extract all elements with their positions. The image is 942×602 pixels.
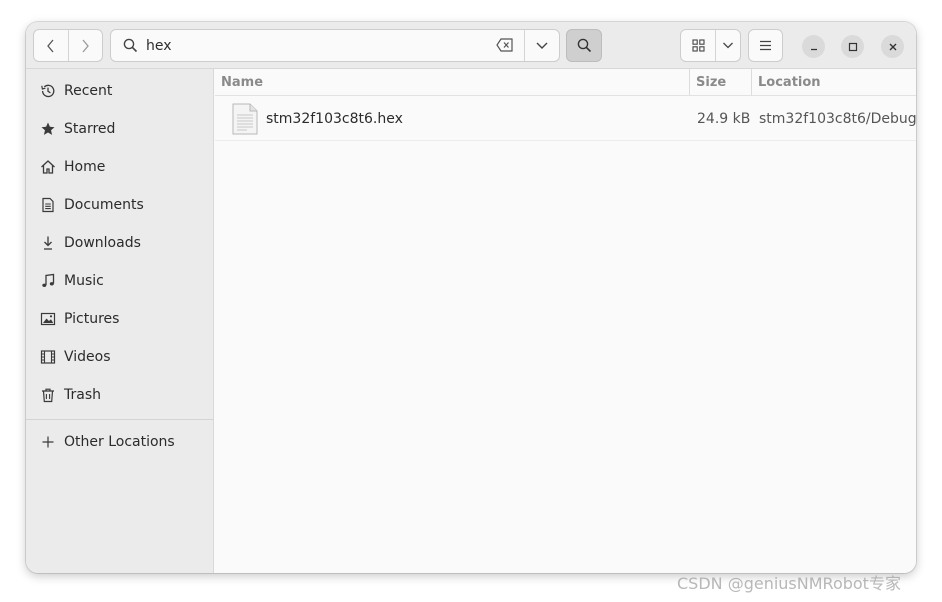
forward-button[interactable] (67, 30, 102, 61)
sidebar-item-videos[interactable]: Videos (26, 339, 213, 375)
clock-icon (40, 83, 56, 99)
sidebar-item-recent[interactable]: Recent (26, 73, 213, 109)
sidebar-item-label: Other Locations (64, 434, 175, 450)
sidebar-item-label: Downloads (64, 235, 141, 251)
sidebar-item-other-locations[interactable]: Other Locations (26, 424, 213, 460)
hamburger-menu-icon (760, 40, 771, 51)
sidebar: Recent Starred Home Documents Downloads (26, 69, 214, 573)
backspace-clear-icon (496, 38, 513, 52)
sidebar-item-music[interactable]: Music (26, 263, 213, 299)
main-menu-button[interactable] (748, 29, 783, 62)
search-icon (577, 38, 591, 53)
sidebar-item-downloads[interactable]: Downloads (26, 225, 213, 261)
file-name: stm32f103c8t6.hex (266, 110, 403, 127)
search-filter-dropdown-button[interactable] (524, 30, 559, 61)
search-input[interactable]: hex (111, 30, 524, 61)
watermark: CSDN @geniusNMRobot专家 (677, 574, 901, 593)
sidebar-item-trash[interactable]: Trash (26, 377, 213, 413)
back-button[interactable] (34, 30, 68, 61)
sidebar-item-pictures[interactable]: Pictures (26, 301, 213, 337)
music-note-icon (40, 273, 56, 289)
file-manager-window: hex Recent Starred Home Documents Downlo… (26, 22, 916, 573)
chevron-down-icon (723, 42, 733, 49)
column-header-location[interactable]: Location (751, 69, 916, 95)
close-button[interactable] (881, 35, 904, 58)
plus-icon (40, 434, 56, 450)
maximize-icon (848, 42, 857, 51)
star-icon (40, 121, 56, 137)
maximize-button[interactable] (841, 35, 864, 58)
sidebar-item-label: Home (64, 159, 106, 175)
sidebar-item-label: Starred (64, 121, 116, 137)
column-header-name[interactable]: Name (215, 69, 689, 95)
trash-icon (40, 387, 56, 403)
sidebar-item-label: Documents (64, 197, 144, 213)
table-row[interactable]: stm32f103c8t6.hex 24.9 kB stm32f103c8t6/… (215, 96, 916, 141)
grid-icon (691, 39, 705, 52)
sidebar-item-label: Pictures (64, 311, 120, 327)
view-options-dropdown-button[interactable] (715, 30, 740, 61)
file-size: 24.9 kB (697, 110, 751, 127)
search-bar: hex (110, 29, 560, 62)
text-file-icon (231, 96, 259, 141)
close-icon (889, 43, 896, 50)
column-header-size[interactable]: Size (689, 69, 751, 95)
minimize-icon (810, 48, 817, 50)
grid-view-button[interactable] (681, 30, 715, 61)
clear-search-button[interactable] (496, 38, 514, 56)
minimize-button[interactable] (802, 35, 825, 58)
file-list-view: Name Size Location stm32f103c8t6.hex 24.… (215, 69, 916, 573)
view-mode-buttons (680, 29, 741, 62)
chevron-left-icon (47, 39, 54, 52)
sidebar-item-documents[interactable]: Documents (26, 187, 213, 223)
picture-icon (40, 311, 56, 327)
header-bar: hex (26, 22, 916, 69)
sidebar-divider (26, 419, 213, 420)
search-icon (123, 38, 138, 53)
chevron-right-icon (82, 39, 90, 52)
sidebar-item-label: Trash (64, 387, 101, 403)
search-toggle-button[interactable] (566, 29, 602, 62)
film-icon (40, 349, 56, 365)
sidebar-item-label: Music (64, 273, 104, 289)
chevron-down-icon (536, 42, 548, 49)
navigation-buttons (33, 29, 103, 62)
download-icon (40, 235, 56, 251)
search-query: hex (146, 37, 172, 54)
file-location: stm32f103c8t6/Debug (759, 110, 916, 127)
sidebar-item-label: Videos (64, 349, 111, 365)
sidebar-item-starred[interactable]: Starred (26, 111, 213, 147)
sidebar-item-home[interactable]: Home (26, 149, 213, 185)
sidebar-item-label: Recent (64, 83, 113, 99)
home-icon (40, 159, 56, 175)
document-icon (40, 197, 56, 213)
